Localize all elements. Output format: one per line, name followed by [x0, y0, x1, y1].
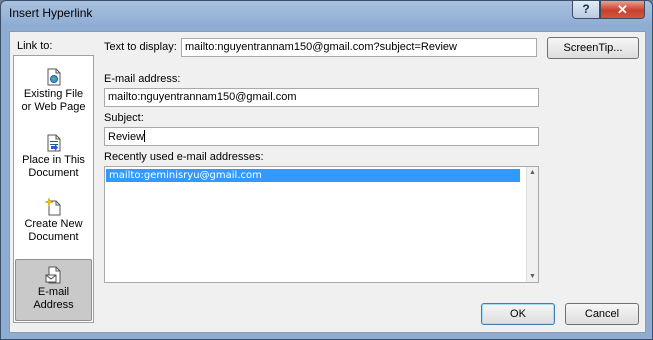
subject-label: Subject: — [104, 112, 144, 124]
screentip-button[interactable]: ScreenTip... — [547, 37, 639, 59]
scroll-down-icon[interactable]: ▼ — [529, 273, 536, 280]
close-button[interactable]: ✕ — [600, 1, 645, 19]
recent-emails-list[interactable]: mailto:geminisryu@gmail.com ▲ ▼ — [104, 166, 539, 283]
nav-email-address[interactable]: E-mail Address — [15, 259, 92, 321]
insert-hyperlink-dialog: Insert Hyperlink ? ✕ Link to: Existing F… — [0, 0, 653, 340]
email-address-icon — [45, 266, 63, 284]
nav-existing-line2: or Web Page — [21, 101, 86, 113]
window-title: Insert Hyperlink — [9, 6, 93, 20]
nav-existing-file-or-web-page[interactable]: Existing File or Web Page — [15, 62, 92, 124]
list-item[interactable]: mailto:geminisryu@gmail.com — [106, 169, 520, 182]
text-to-display-label: Text to display: — [104, 41, 177, 53]
nav-email-line1: E-mail — [37, 286, 70, 298]
link-to-label: Link to: — [17, 40, 53, 52]
nav-create-line1: Create New — [24, 218, 83, 230]
nav-place-in-this-document[interactable]: Place in This Document — [15, 128, 92, 190]
cancel-button[interactable]: Cancel — [565, 303, 639, 325]
subject-value: Review — [108, 131, 145, 143]
help-icon: ? — [582, 2, 590, 16]
nav-place-line1: Place in This — [22, 154, 85, 166]
new-document-icon — [43, 197, 63, 216]
email-address-label: E-mail address: — [104, 73, 181, 85]
scroll-up-icon[interactable]: ▲ — [529, 169, 536, 176]
text-caret — [144, 130, 146, 142]
nav-create-new-document[interactable]: Create New Document — [15, 192, 92, 254]
close-icon: ✕ — [617, 2, 628, 17]
text-to-display-input[interactable]: mailto:nguyentrannam150@gmail.com?subjec… — [181, 38, 537, 57]
document-place-icon — [45, 134, 63, 152]
nav-email-line2: Address — [33, 299, 74, 311]
link-to-panel: Existing File or Web Page Place in This … — [13, 55, 94, 323]
globe-page-icon — [45, 68, 63, 86]
recent-emails-scrollbar[interactable]: ▲ ▼ — [526, 167, 538, 282]
subject-input[interactable]: Review — [104, 127, 539, 146]
nav-existing-line1: Existing File — [23, 88, 84, 100]
email-address-input[interactable]: mailto:nguyentrannam150@gmail.com — [104, 88, 539, 107]
nav-place-line2: Document — [28, 167, 79, 179]
recent-emails-label: Recently used e-mail addresses: — [104, 151, 264, 163]
nav-create-line2: Document — [28, 231, 79, 243]
help-button[interactable]: ? — [572, 1, 600, 19]
ok-button[interactable]: OK — [481, 303, 555, 325]
dialog-body: Link to: Existing File or Web Page Place… — [9, 31, 646, 333]
title-bar: Insert Hyperlink ? ✕ — [1, 1, 652, 27]
